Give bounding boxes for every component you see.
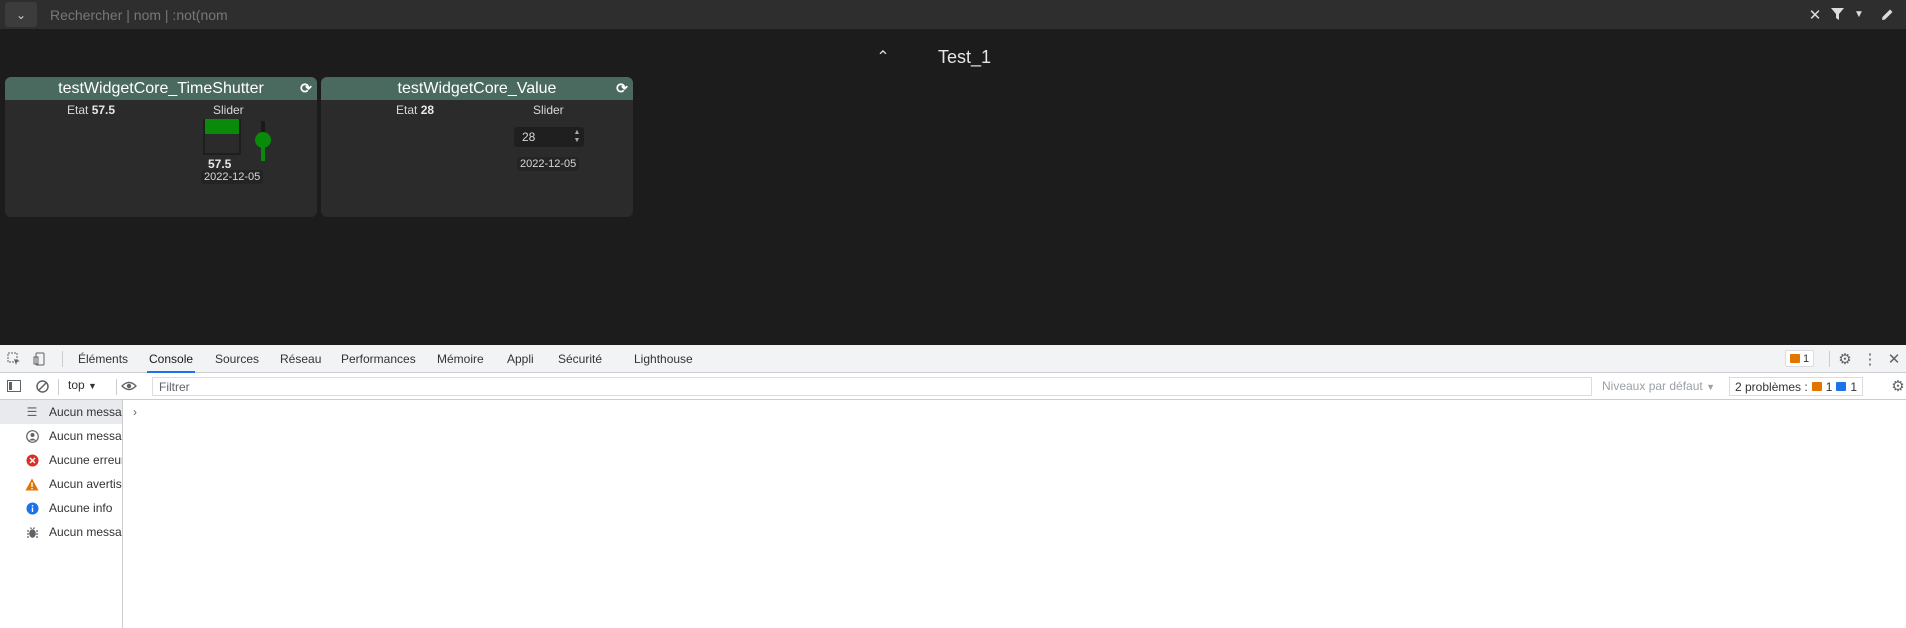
user-icon: [24, 428, 40, 444]
sidebar-item-info[interactable]: Aucune info: [0, 496, 122, 520]
widget-title: testWidgetCore_Value: [397, 80, 557, 97]
tab-sources[interactable]: Sources: [213, 345, 261, 373]
context-select[interactable]: top ▼: [68, 378, 97, 392]
widget-header: testWidgetCore_Value ⟳: [321, 77, 633, 100]
caret-down-icon: ▼: [88, 381, 97, 391]
inspect-icon[interactable]: [6, 351, 22, 367]
number-input[interactable]: 28 ▲ ▼: [514, 127, 584, 147]
issues-counter[interactable]: 1: [1785, 350, 1815, 367]
state-label: Etat 28: [396, 103, 435, 117]
state-value: 28: [420, 103, 435, 117]
caret-down-icon: ▼: [1706, 382, 1715, 392]
pencil-icon[interactable]: [1878, 3, 1896, 26]
device-toggle-icon[interactable]: [32, 351, 48, 367]
group-header: ⌃ Test_1: [0, 44, 1906, 70]
sidebar-item-user-messages[interactable]: Aucun message utilisateur: [0, 424, 122, 448]
caret-down-icon[interactable]: ▼: [1852, 3, 1866, 26]
list-icon: ☰: [26, 405, 38, 419]
tab-performance[interactable]: Performances: [339, 345, 418, 373]
warning-icon: [24, 476, 40, 492]
error-icon: [24, 452, 40, 468]
tab-application[interactable]: Appli: [505, 345, 536, 373]
console-toolbar: top ▼ Niveaux par défaut ▼ 2 problèmes :…: [0, 373, 1906, 400]
clear-console-icon[interactable]: [34, 378, 50, 394]
info-icon: [24, 500, 40, 516]
close-icon[interactable]: ✕: [1886, 351, 1902, 368]
widget-timeshutter: testWidgetCore_TimeShutter ⟳ Etat 57.5 S…: [5, 77, 317, 217]
widget-title: testWidgetCore_TimeShutter: [58, 80, 264, 97]
warning-icon: [1811, 382, 1822, 391]
chevron-down-icon[interactable]: ⌄: [5, 2, 37, 27]
more-vertical-icon[interactable]: ⋮: [1863, 351, 1878, 368]
info-icon: [1836, 382, 1847, 391]
gear-icon[interactable]: ⚙: [1836, 351, 1854, 368]
divider: [1829, 351, 1830, 367]
eye-icon[interactable]: [120, 378, 138, 394]
sidebar-toggle-icon[interactable]: [6, 378, 22, 394]
widget-header: testWidgetCore_TimeShutter ⟳: [5, 77, 317, 100]
number-input-value: 28: [522, 130, 536, 144]
state-value: 57.5: [91, 103, 116, 117]
tab-security[interactable]: Sécurité: [556, 345, 604, 373]
spinner-icon[interactable]: ▲ ▼: [573, 129, 581, 145]
date-badge: 2022-12-05: [201, 170, 264, 184]
divider: [62, 351, 63, 367]
filter-input[interactable]: [152, 377, 1592, 396]
tab-console[interactable]: Console: [147, 345, 196, 373]
tab-network[interactable]: Réseau: [278, 345, 323, 373]
console-sidebar: ☰ Aucun message Aucun message utilisateu…: [0, 400, 123, 628]
log-levels-select[interactable]: Niveaux par défaut ▼: [1602, 379, 1715, 393]
devtools-panel: Éléments Console Sources Réseau Performa…: [0, 345, 1906, 628]
tab-memory[interactable]: Mémoire: [435, 345, 486, 373]
refresh-icon[interactable]: ⟳: [298, 80, 314, 96]
shutter-gauge: [203, 119, 241, 155]
search-bar: ⌄ ✕ ▼: [0, 0, 1906, 29]
sidebar-item-errors[interactable]: Aucune erreur: [0, 448, 122, 472]
widget-value: testWidgetCore_Value ⟳ Etat 28 Slider 28…: [321, 77, 633, 217]
close-icon[interactable]: ✕: [1806, 3, 1824, 26]
devtools-tabbar: Éléments Console Sources Réseau Performa…: [0, 345, 1906, 373]
gear-icon[interactable]: ⚙: [1890, 378, 1906, 395]
refresh-icon[interactable]: ⟳: [614, 80, 630, 96]
divider: [58, 379, 59, 395]
tab-elements[interactable]: Éléments: [76, 345, 130, 373]
shutter-fill: [205, 119, 239, 134]
bug-icon: [24, 524, 40, 540]
filter-icon[interactable]: [1828, 3, 1846, 26]
slider-label: Slider: [213, 103, 244, 117]
sidebar-item-verbose[interactable]: Aucun message détaillé: [0, 520, 122, 544]
shutter-value: 57.5: [208, 157, 232, 171]
slider-label: Slider: [533, 103, 564, 117]
tab-lighthouse[interactable]: Lighthouse: [632, 345, 695, 373]
console-prompt-icon[interactable]: ›: [133, 405, 137, 419]
warning-icon: [1790, 354, 1800, 363]
slider-handle[interactable]: [255, 132, 271, 148]
search-input[interactable]: [42, 3, 1742, 26]
sidebar-item-warnings[interactable]: Aucun avertissement: [0, 472, 122, 496]
problems-button[interactable]: 2 problèmes : 1 1: [1729, 377, 1864, 396]
chevron-up-icon[interactable]: ⌃: [872, 46, 894, 68]
state-label: Etat 57.5: [67, 103, 116, 117]
divider: [116, 379, 117, 395]
date-badge: 2022-12-05: [517, 157, 580, 171]
sidebar-item-messages[interactable]: ☰ Aucun message: [0, 400, 122, 424]
group-title: Test_1: [938, 47, 992, 67]
